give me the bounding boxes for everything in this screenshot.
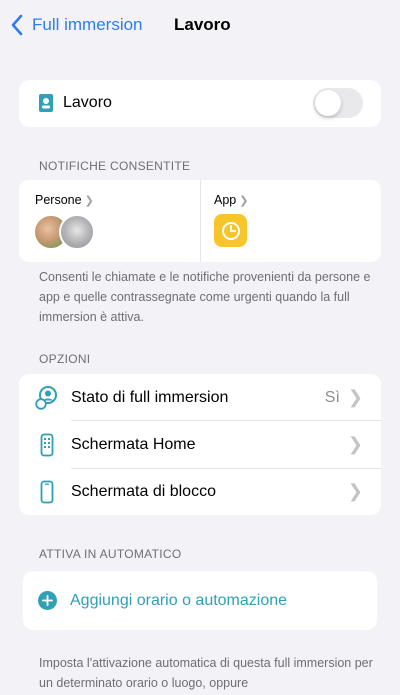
toggle-knob [315,90,341,116]
automation-footer: Imposta l'attivazione automatica di ques… [39,656,373,690]
chevron-left-icon [11,14,23,36]
page-title: Lavoro [174,15,231,34]
work-badge-icon [38,94,54,112]
allowed-people-button[interactable]: Persone ❯ [19,180,200,262]
chevron-right-icon: ❯ [347,434,363,454]
apps-label: App [214,193,237,207]
back-button[interactable]: Full immersion [10,10,143,40]
option-value: Sì [324,388,340,406]
allowed-apps-button[interactable]: App ❯ [201,180,381,262]
clock-app-icon [214,214,247,247]
notifications-header: NOTIFICHE CONSENTITE [39,159,191,173]
people-label: Persone [35,193,82,207]
back-label: Full immersion [32,15,143,34]
option-lock-screen[interactable]: Schermata di blocco ❯ [19,468,381,515]
chevron-right-icon: ❯ [347,481,363,501]
option-home-screen[interactable]: Schermata Home ❯ [19,421,381,468]
home-screen-icon [35,433,59,457]
automation-header: ATTIVA IN AUTOMATICO [39,547,182,561]
focus-name: Lavoro [63,94,112,111]
option-focus-status[interactable]: Stato di full immersion Sì ❯ [19,374,381,421]
notifications-footer: Consenti le chiamate e le notifiche prov… [39,270,371,324]
options-header: OPZIONI [39,352,91,366]
chevron-right-icon: ❯ [84,194,94,207]
lock-screen-icon [35,480,59,504]
focus-enabled-toggle[interactable] [313,88,363,118]
avatar [59,214,95,250]
chevron-right-icon: ❯ [347,387,363,407]
option-label: Stato di full immersion [71,388,229,406]
chevron-right-icon: ❯ [239,194,249,207]
add-circle-icon [38,591,57,610]
focus-status-icon [35,385,59,410]
option-label: Schermata Home [71,435,196,453]
option-label: Schermata di blocco [71,482,216,500]
add-automation-button[interactable]: Aggiungi orario o automazione [23,571,377,630]
add-automation-label: Aggiungi orario o automazione [70,591,288,609]
